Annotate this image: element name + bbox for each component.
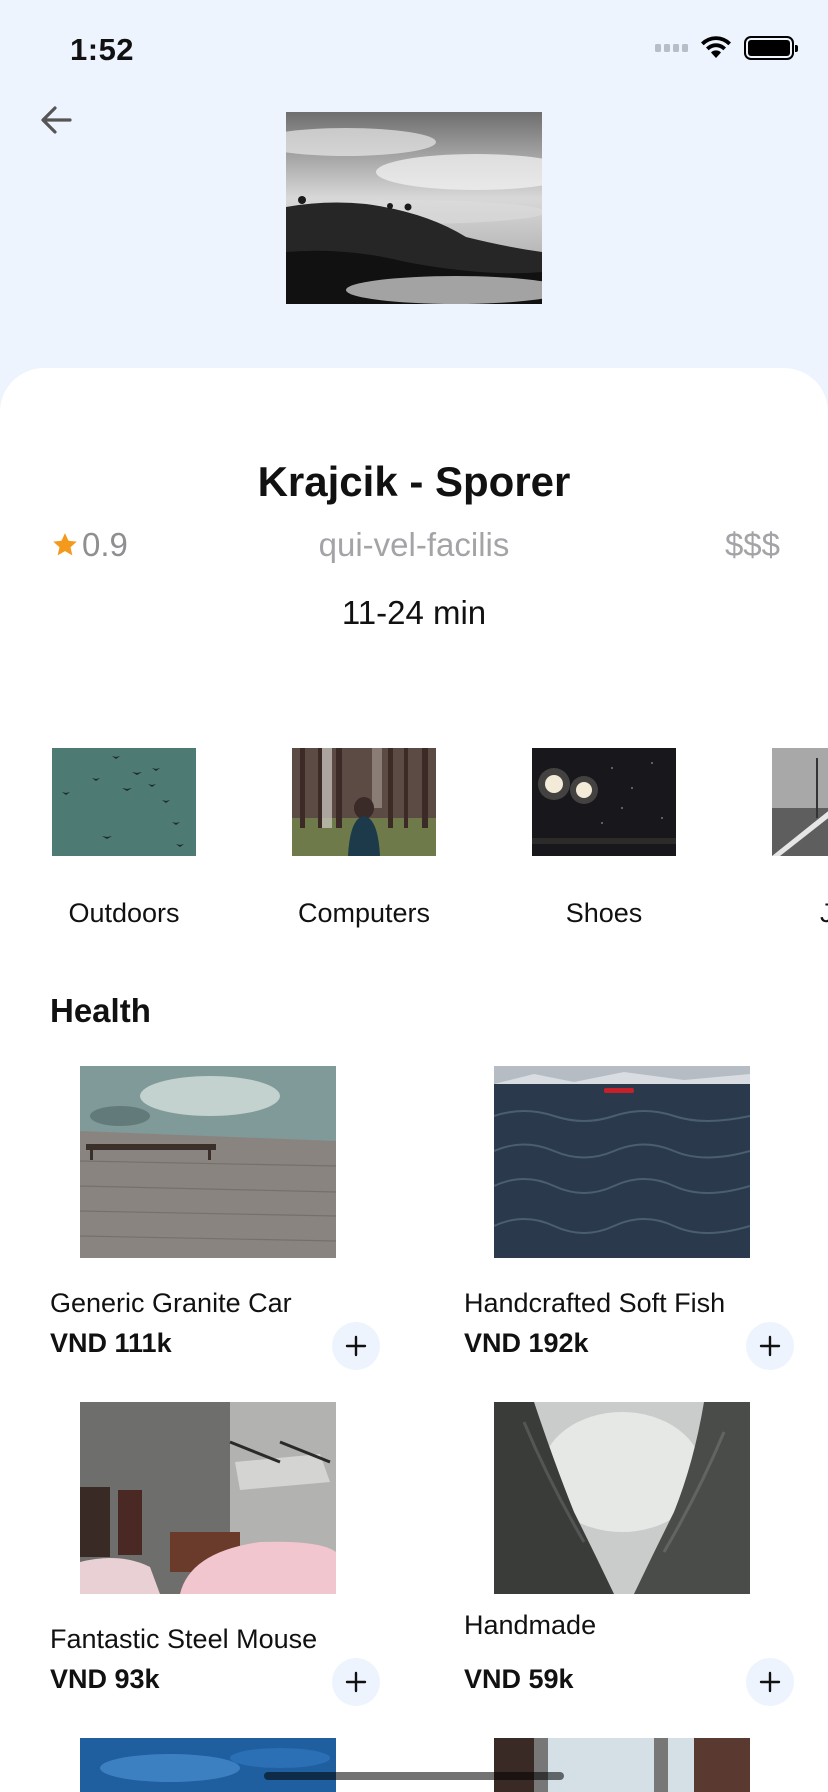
category-image — [292, 748, 436, 856]
category-item-shoes[interactable]: Shoes — [506, 748, 702, 929]
product-image — [494, 1402, 750, 1594]
price-level: $$$ — [724, 526, 780, 563]
section-title: Health — [50, 992, 151, 1029]
category-label: Computers — [297, 898, 431, 928]
store-slug: qui-vel-facilis — [318, 526, 510, 563]
product-price: VND 111k — [50, 1328, 172, 1358]
plus-icon — [759, 1671, 781, 1693]
product-card[interactable]: Generic Granite Car VND 111k — [50, 1066, 380, 1370]
battery-icon — [744, 36, 798, 60]
category-label: Jew — [819, 898, 828, 928]
home-indicator[interactable] — [264, 1772, 564, 1780]
add-to-cart-button[interactable] — [746, 1322, 794, 1370]
product-name: Handcrafted Soft Fish — [464, 1288, 726, 1318]
store-hero-image — [286, 112, 542, 304]
product-price: VND 59k — [464, 1664, 574, 1694]
add-to-cart-button[interactable] — [332, 1658, 380, 1706]
category-image — [52, 748, 196, 856]
plus-icon — [345, 1335, 367, 1357]
back-button[interactable] — [36, 100, 76, 140]
category-label: Outdoors — [68, 898, 180, 928]
add-to-cart-button[interactable] — [746, 1658, 794, 1706]
store-detail-sheet: Krajcik - Sporer 0.9 qui-vel-facilis $$$… — [0, 368, 828, 1792]
product-name: Fantastic Steel Mouse — [50, 1624, 318, 1654]
product-image — [80, 1402, 336, 1594]
product-card[interactable]: Handmade VND 59k — [464, 1402, 794, 1706]
product-image — [80, 1738, 336, 1792]
product-image — [80, 1066, 336, 1258]
category-image — [772, 748, 828, 856]
category-label: Shoes — [565, 898, 643, 928]
status-indicators — [655, 36, 798, 60]
category-carousel[interactable]: Outdoors Computers Shoes J — [0, 748, 828, 948]
store-name: Krajcik - Sporer — [257, 458, 571, 505]
cellular-signal-icon — [655, 44, 688, 52]
add-to-cart-button[interactable] — [332, 1322, 380, 1370]
product-image — [494, 1066, 750, 1258]
delivery-time: 11-24 min — [341, 594, 487, 631]
category-item-outdoors[interactable]: Outdoors — [26, 748, 222, 929]
product-name: Handmade — [464, 1610, 597, 1640]
product-card[interactable] — [464, 1738, 794, 1792]
wifi-icon — [700, 36, 732, 60]
status-time: 1:52 — [70, 32, 135, 67]
product-image — [494, 1738, 750, 1792]
product-price: VND 93k — [50, 1664, 160, 1694]
product-name: Generic Granite Car — [50, 1288, 292, 1318]
category-item-computers[interactable]: Computers — [266, 748, 462, 929]
product-card[interactable]: Fantastic Steel Mouse VND 93k — [50, 1402, 380, 1706]
product-card[interactable] — [50, 1738, 380, 1792]
product-card[interactable]: Handcrafted Soft Fish VND 192k — [464, 1066, 794, 1370]
category-image — [532, 748, 676, 856]
plus-icon — [345, 1671, 367, 1693]
arrow-left-icon — [41, 106, 72, 134]
plus-icon — [759, 1335, 781, 1357]
product-price: VND 192k — [464, 1328, 589, 1358]
category-item-jewelery[interactable]: Jew — [746, 748, 828, 929]
